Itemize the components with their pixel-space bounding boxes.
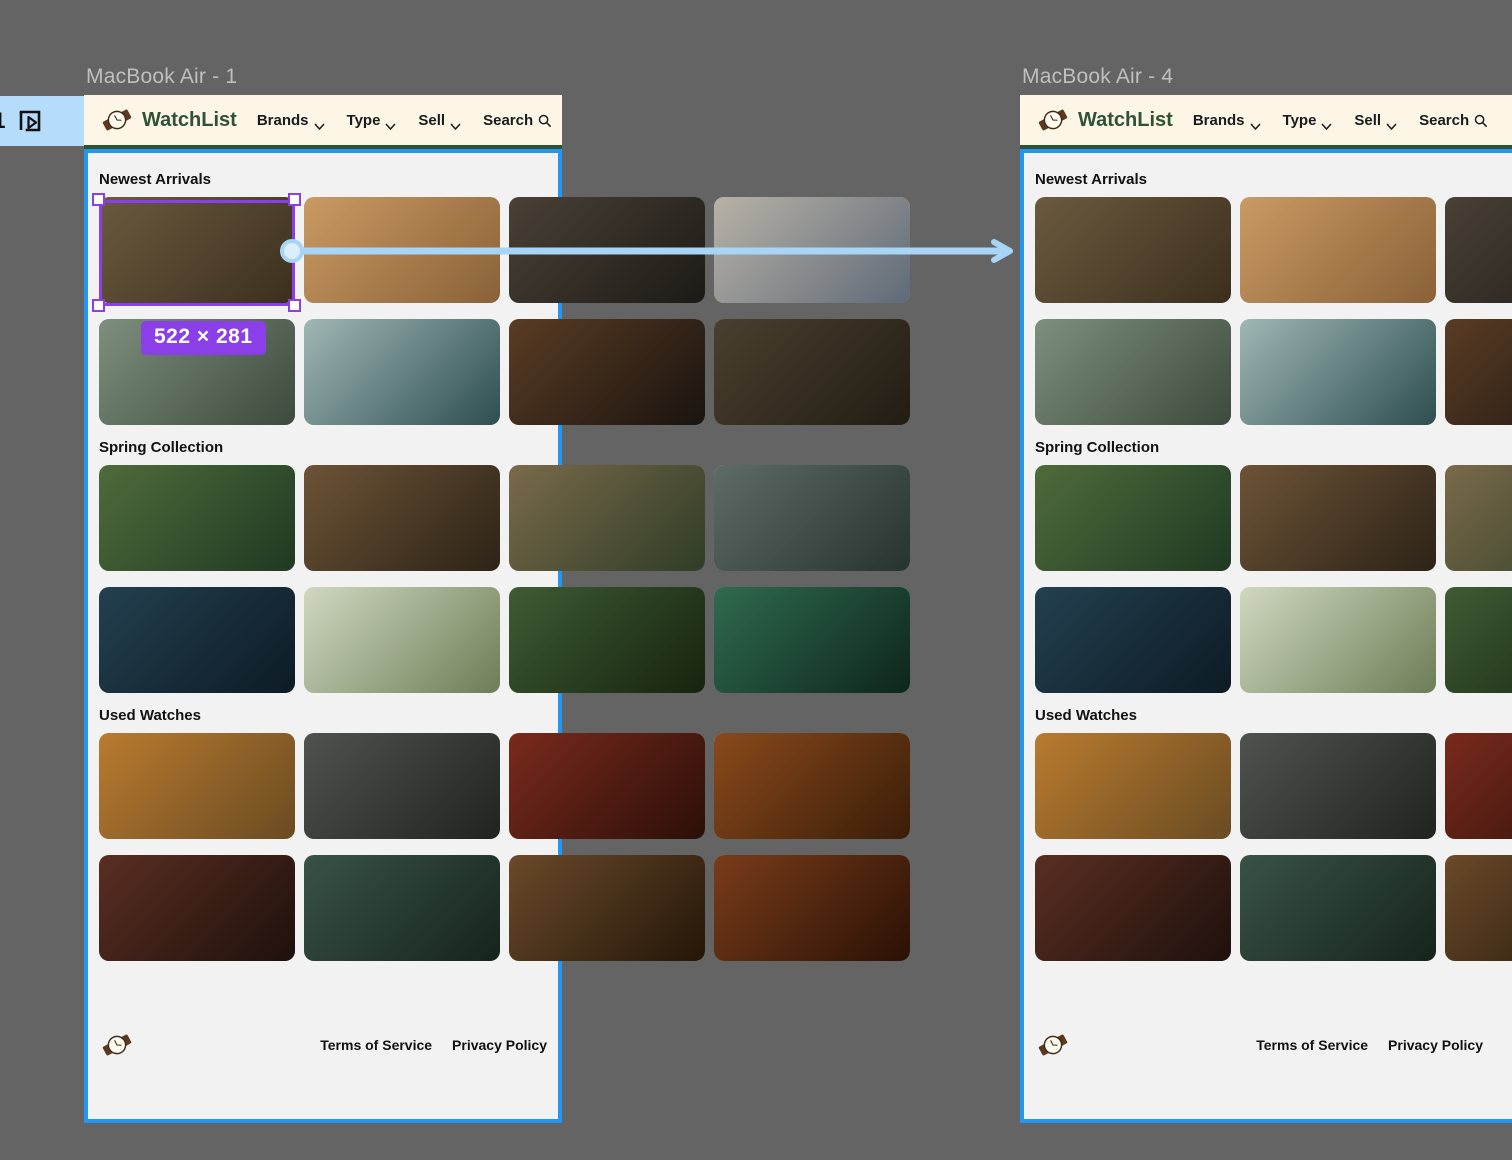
nav-item-label: Brands: [1192, 111, 1245, 129]
artboard-label-left[interactable]: MacBook Air - 1: [86, 65, 237, 89]
artboard-frame-left[interactable]: [84, 149, 562, 1123]
selection-size-badge: 522 × 281: [141, 321, 266, 355]
nav-item-brands-left[interactable]: Brands: [256, 111, 325, 130]
window-tab-chip[interactable]: w 1: [0, 96, 86, 146]
nav-item-label: Sell: [418, 111, 446, 129]
selection-handle-bottom-left[interactable]: [92, 299, 105, 312]
watch-thumbnail: [714, 733, 910, 839]
search-icon: [538, 114, 552, 127]
watch-card[interactable]: [714, 319, 910, 425]
watch-thumbnail: [714, 197, 910, 303]
nav-item-label: Type: [1282, 111, 1317, 129]
navbar-left: WatchList Brands Type Sell Search: [84, 95, 562, 149]
watch-card[interactable]: [714, 733, 910, 839]
nav-item-type-left[interactable]: Type: [346, 111, 397, 130]
chevron-down-icon: [1249, 117, 1261, 130]
watch-thumbnail: [714, 319, 910, 425]
artboard-frame-right[interactable]: [1020, 149, 1512, 1123]
watch-thumbnail: [714, 855, 910, 961]
preview-frame-icon[interactable]: [17, 108, 43, 134]
nav-item-label: Type: [346, 111, 381, 129]
chevron-down-icon: [313, 117, 325, 130]
chevron-down-icon: [1321, 117, 1332, 130]
selection-handle-top-left[interactable]: [92, 193, 105, 206]
navbar-right: WatchList Brands Type Sell Search: [1020, 95, 1512, 149]
brand-name-right[interactable]: WatchList: [1078, 109, 1173, 132]
chevron-down-icon: [385, 117, 396, 130]
watch-thumbnail: [714, 465, 910, 571]
nav-item-sell-left[interactable]: Sell: [418, 111, 461, 130]
watch-card[interactable]: [714, 587, 910, 693]
watch-card[interactable]: [714, 465, 910, 571]
nav-item-sell-right[interactable]: Sell: [1354, 111, 1397, 130]
watch-card[interactable]: [714, 855, 910, 961]
nav-item-label: Sell: [1354, 111, 1382, 129]
nav-item-search-left[interactable]: Search: [483, 111, 552, 129]
nav-item-label: Search: [483, 111, 534, 129]
watch-icon: [100, 105, 134, 135]
artboard-label-right[interactable]: MacBook Air - 4: [1022, 65, 1173, 89]
brand-name-left[interactable]: WatchList: [142, 109, 237, 132]
search-icon: [1474, 114, 1488, 127]
watch-card[interactable]: [714, 197, 910, 303]
watch-thumbnail: [714, 587, 910, 693]
selection-handle-top-right[interactable]: [288, 193, 301, 206]
nav-item-type-right[interactable]: Type: [1282, 111, 1333, 130]
selection-handle-bottom-right[interactable]: [288, 299, 301, 312]
watch-icon: [1036, 105, 1070, 135]
chevron-down-icon: [1386, 117, 1397, 130]
window-tab-label: w 1: [0, 108, 5, 134]
canvas: MacBook Air - 1 MacBook Air - 4 w 1: [0, 0, 1512, 1160]
nav-item-brands-right[interactable]: Brands: [1192, 111, 1261, 130]
chevron-down-icon: [450, 117, 461, 130]
nav-item-search-right[interactable]: Search: [1419, 111, 1488, 129]
nav-item-label: Search: [1419, 111, 1470, 129]
nav-item-label: Brands: [256, 111, 309, 129]
